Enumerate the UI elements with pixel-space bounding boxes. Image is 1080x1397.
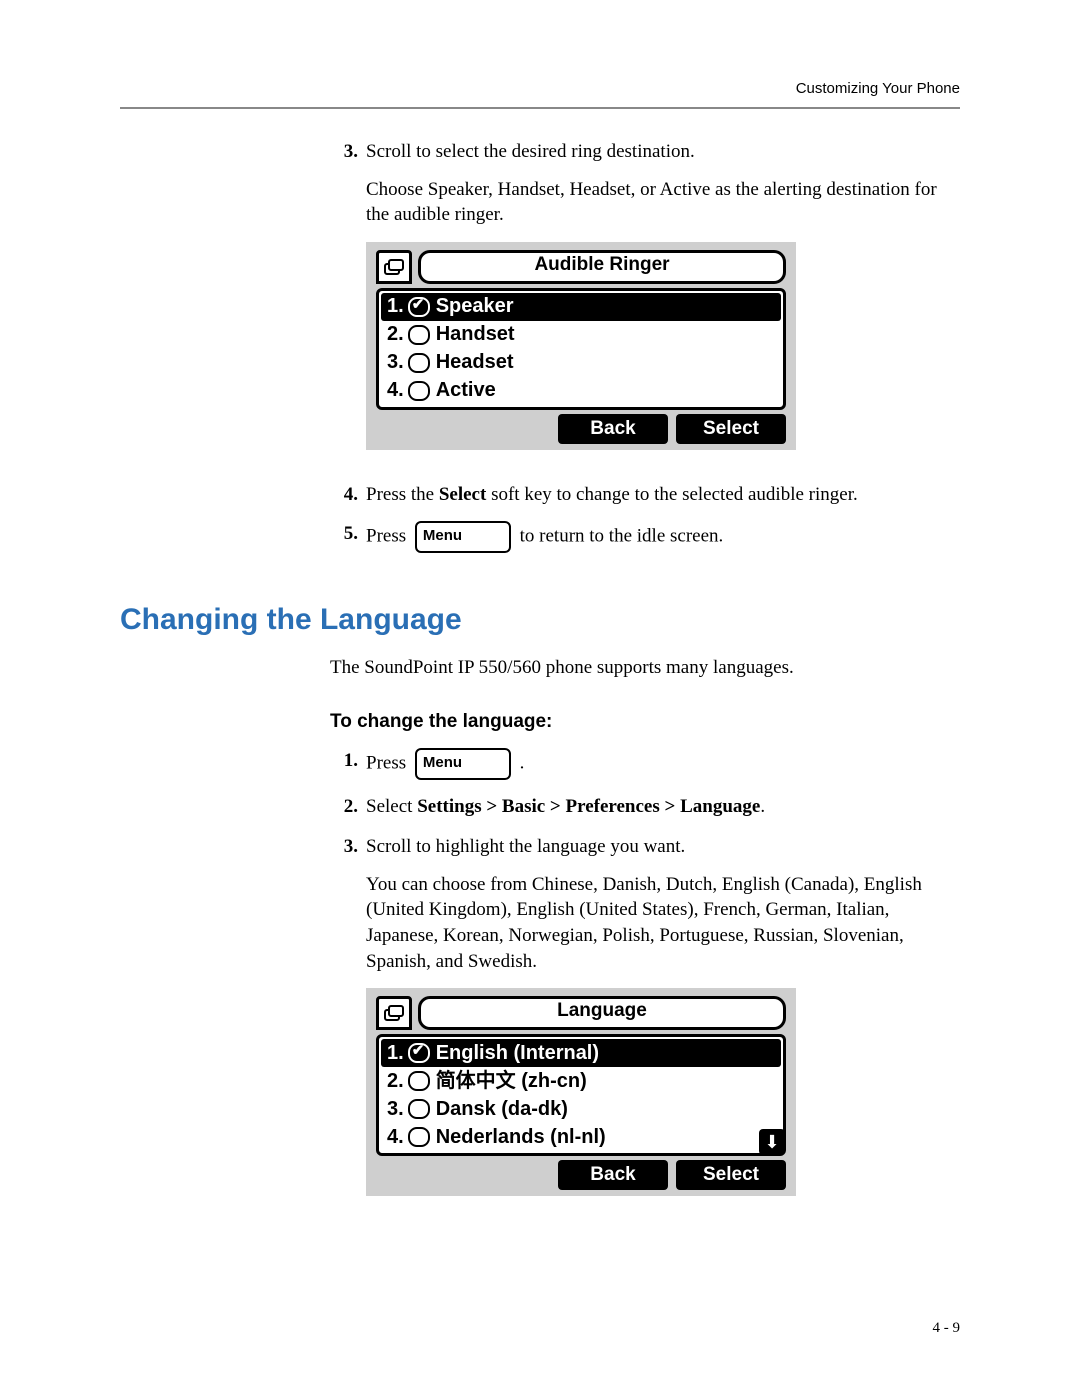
item-label: Headset: [436, 349, 514, 376]
item-index: 4.: [387, 1124, 404, 1151]
running-header: Customizing Your Phone: [120, 80, 960, 97]
item-index: 3.: [387, 1096, 404, 1123]
radio-icon: [408, 1071, 430, 1091]
list-item[interactable]: 1. English (Internal): [381, 1039, 781, 1067]
list-item[interactable]: 3. Dansk (da-dk): [381, 1095, 781, 1123]
item-label: Nederlands (nl-nl): [436, 1124, 606, 1151]
item-label: Handset: [436, 321, 515, 348]
item-index: 2.: [387, 1068, 404, 1095]
text: .: [760, 796, 765, 817]
step-text: Scroll to highlight the language you wan…: [366, 834, 960, 860]
phone-option-list: 1. Speaker 2. Handset 3. Headset: [376, 288, 786, 410]
menu-key-button[interactable]: Menu: [415, 748, 511, 780]
phone-screen-audible-ringer: Audible Ringer 1. Speaker 2. Handset: [366, 242, 796, 450]
radio-checked-icon: [408, 1043, 430, 1063]
text: Press: [366, 526, 411, 547]
text-bold: Select: [439, 484, 486, 505]
radio-icon: [408, 1127, 430, 1147]
phone-option-list: 1. English (Internal) 2. 简体中文 (zh-cn) 3.: [376, 1034, 786, 1156]
radio-checked-icon: [408, 297, 430, 317]
item-label: Dansk (da-dk): [436, 1096, 568, 1123]
phone-screen-title: Language: [418, 996, 786, 1030]
step-3: 3. Scroll to select the desired ring des…: [330, 139, 960, 468]
text: Press the: [366, 484, 439, 505]
step-4: 4. Press the Select soft key to change t…: [330, 482, 960, 508]
item-index: 4.: [387, 377, 404, 404]
step-number: 4.: [330, 482, 366, 508]
procedure-subheading: To change the language:: [330, 709, 960, 735]
text-bold: Settings > Basic > Preferences > Languag…: [417, 796, 760, 817]
step-2: 2. Select Settings > Basic > Preferences…: [330, 794, 960, 820]
phone-screen-language: Language 1. English (Internal) 2. 简体中文 (…: [366, 988, 796, 1196]
item-index: 3.: [387, 349, 404, 376]
page-number: 4 - 9: [933, 1320, 961, 1337]
text: Select: [366, 796, 417, 817]
phone-tab-icon: [376, 996, 412, 1030]
text: to return to the idle screen.: [520, 526, 724, 547]
list-item[interactable]: 4. Nederlands (nl-nl): [381, 1123, 781, 1151]
key-label: Menu: [423, 523, 462, 549]
scroll-down-button[interactable]: ⬇: [759, 1129, 785, 1155]
phone-icon: [384, 1005, 404, 1021]
item-label: 简体中文 (zh-cn): [436, 1068, 587, 1095]
step-number: 1.: [330, 748, 366, 780]
item-label: English (Internal): [436, 1040, 599, 1067]
list-item[interactable]: 4. Active: [381, 377, 781, 405]
item-index: 1.: [387, 1040, 404, 1067]
softkey-select-button[interactable]: Select: [676, 414, 786, 444]
step-text: Choose Speaker, Handset, Headset, or Act…: [366, 177, 960, 228]
phone-tab-icon: [376, 250, 412, 284]
list-item[interactable]: 1. Speaker: [381, 293, 781, 321]
section-heading-changing-language: Changing the Language: [120, 603, 960, 637]
phone-screen-title: Audible Ringer: [418, 250, 786, 284]
phone-icon: [384, 259, 404, 275]
item-index: 1.: [387, 293, 404, 320]
header-rule: [120, 107, 960, 109]
step-number: 2.: [330, 794, 366, 820]
item-label: Speaker: [436, 293, 514, 320]
step-3b: 3. Scroll to highlight the language you …: [330, 834, 960, 1214]
step-1: 1. Press Menu .: [330, 748, 960, 780]
step-text: Press Menu .: [366, 748, 960, 780]
radio-icon: [408, 353, 430, 373]
arrow-down-icon: ⬇: [764, 1130, 779, 1154]
list-item[interactable]: 2. Handset: [381, 321, 781, 349]
step-text: Press Menu to return to the idle screen.: [366, 521, 960, 553]
menu-key-button[interactable]: Menu: [415, 521, 511, 553]
step-number: 5.: [330, 521, 366, 553]
step-number: 3.: [330, 834, 366, 1214]
radio-icon: [408, 325, 430, 345]
list-item[interactable]: 2. 简体中文 (zh-cn): [381, 1067, 781, 1095]
step-number: 3.: [330, 139, 366, 468]
text: soft key to change to the selected audib…: [486, 484, 857, 505]
step-text: Scroll to select the desired ring destin…: [366, 139, 960, 165]
radio-icon: [408, 1099, 430, 1119]
item-label: Active: [436, 377, 496, 404]
step-text: You can choose from Chinese, Danish, Dut…: [366, 872, 960, 975]
step-text: Select Settings > Basic > Preferences > …: [366, 794, 960, 820]
softkey-back-button[interactable]: Back: [558, 1160, 668, 1190]
list-item[interactable]: 3. Headset: [381, 349, 781, 377]
step-5: 5. Press Menu to return to the idle scre…: [330, 521, 960, 553]
softkey-back-button[interactable]: Back: [558, 414, 668, 444]
step-text: Press the Select soft key to change to t…: [366, 482, 960, 508]
text: Press: [366, 753, 411, 774]
item-index: 2.: [387, 321, 404, 348]
radio-icon: [408, 381, 430, 401]
section-intro: The SoundPoint IP 550/560 phone supports…: [330, 655, 960, 681]
key-label: Menu: [423, 750, 462, 776]
softkey-select-button[interactable]: Select: [676, 1160, 786, 1190]
text: .: [520, 753, 525, 774]
